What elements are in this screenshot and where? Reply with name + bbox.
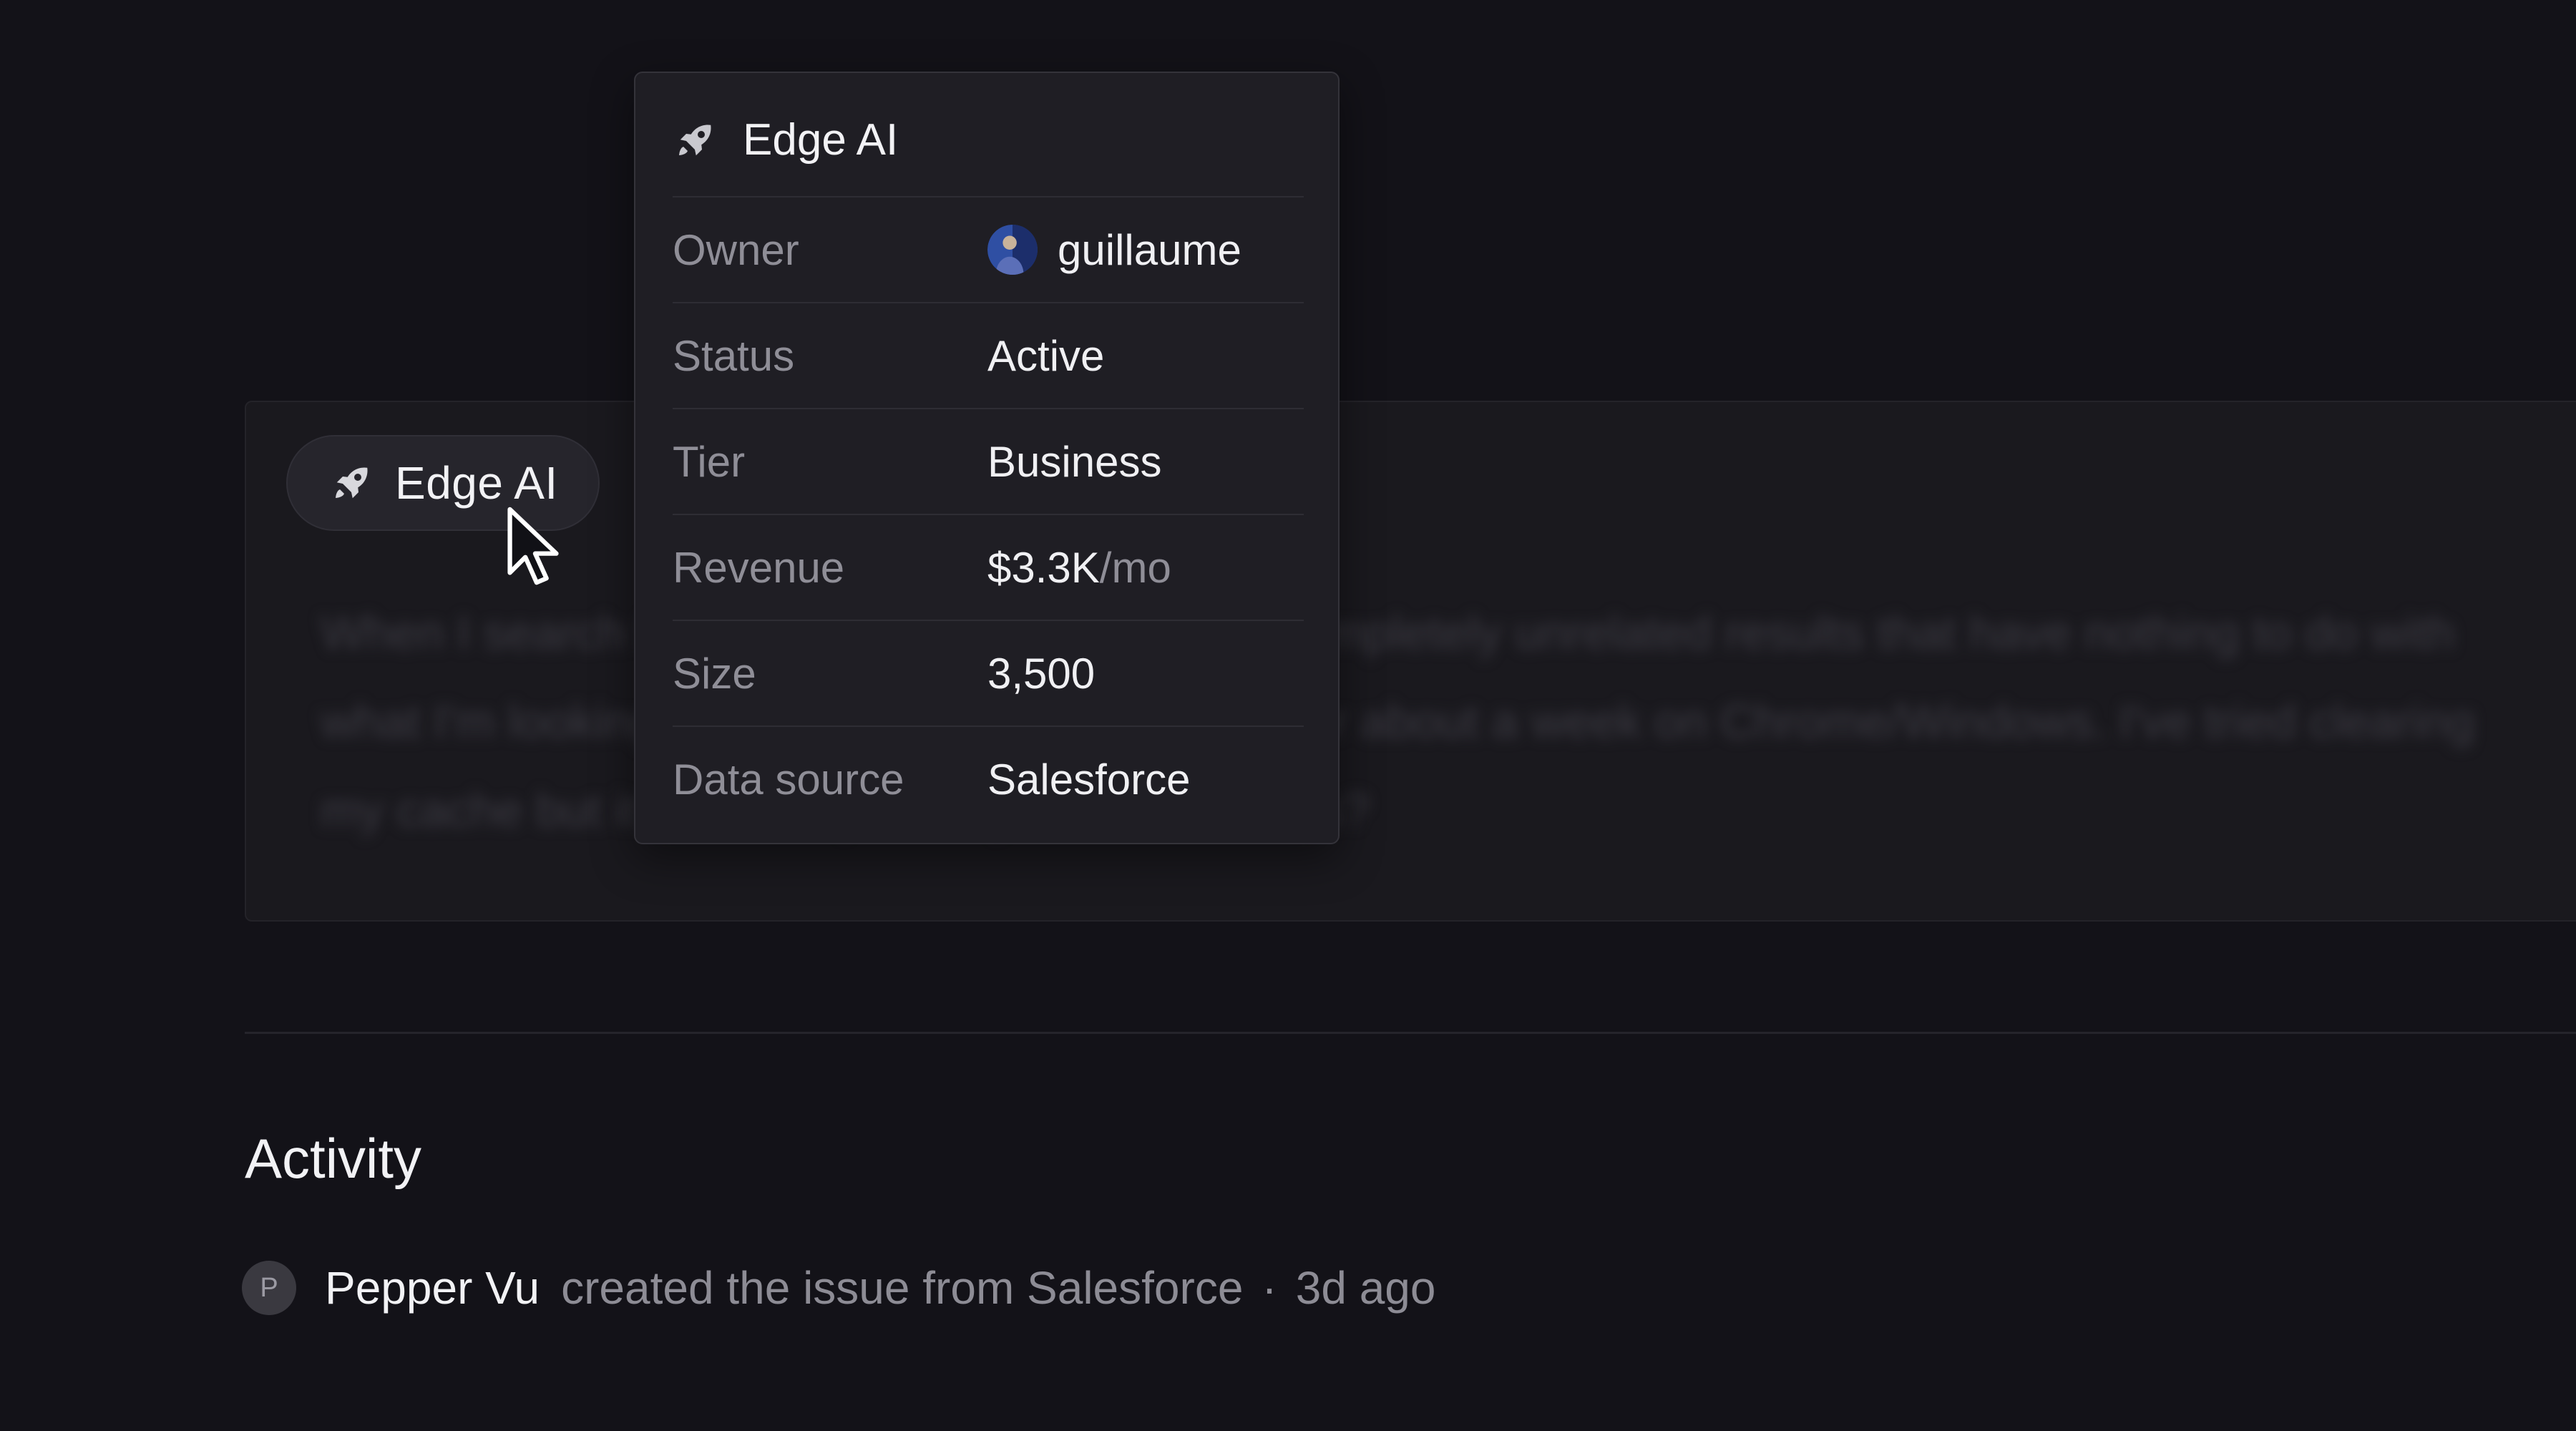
rocket-icon bbox=[674, 119, 717, 162]
property-row-revenue: Revenue $3.3K/mo bbox=[673, 514, 1304, 620]
rocket-icon bbox=[331, 461, 374, 504]
tier-value: Business bbox=[987, 437, 1162, 486]
owner-value[interactable]: guillaume bbox=[987, 225, 1241, 275]
property-label: Tier bbox=[673, 437, 746, 486]
customer-popover: Edge AI Owner guillaume Status Active Ti… bbox=[634, 72, 1340, 844]
property-label: Data source bbox=[673, 755, 904, 804]
property-label: Size bbox=[673, 649, 756, 698]
property-label: Owner bbox=[673, 225, 799, 274]
popover-header: Edge AI bbox=[674, 114, 898, 165]
activity-item: P Pepper Vu created the issue from Sales… bbox=[242, 1261, 1435, 1315]
issue-card: Edge AI When I search for products on yo… bbox=[245, 401, 2576, 922]
property-row-tier: Tier Business bbox=[673, 408, 1304, 514]
owner-name: guillaume bbox=[1058, 225, 1241, 274]
data-source-value: Salesforce bbox=[987, 755, 1191, 804]
property-row-size: Size 3,500 bbox=[673, 620, 1304, 726]
activity-heading: Activity bbox=[245, 1127, 422, 1190]
revenue-value: $3.3K/mo bbox=[987, 543, 1171, 592]
property-label: Status bbox=[673, 331, 795, 380]
activity-actor[interactable]: Pepper Vu bbox=[325, 1261, 540, 1314]
revenue-amount: $3.3K bbox=[987, 543, 1100, 592]
activity-timestamp: 3d ago bbox=[1295, 1262, 1436, 1314]
revenue-unit: /mo bbox=[1099, 543, 1171, 592]
mouse-cursor-icon bbox=[507, 507, 559, 585]
property-list: Owner guillaume Status Active Tier Busin… bbox=[673, 196, 1304, 831]
property-label: Revenue bbox=[673, 543, 845, 592]
status-value: Active bbox=[987, 331, 1105, 380]
property-row-status: Status Active bbox=[673, 302, 1304, 408]
activity-separator: · bbox=[1262, 1262, 1277, 1314]
activity-action: created the issue from Salesforce bbox=[561, 1262, 1244, 1314]
property-row-data-source: Data source Salesforce bbox=[673, 726, 1304, 831]
property-row-owner: Owner guillaume bbox=[673, 196, 1304, 302]
avatar: P bbox=[242, 1261, 296, 1315]
owner-avatar bbox=[987, 225, 1038, 275]
section-divider bbox=[245, 1032, 2576, 1034]
size-value: 3,500 bbox=[987, 649, 1096, 698]
popover-title: Edge AI bbox=[743, 115, 899, 165]
customer-chip-label: Edge AI bbox=[395, 457, 558, 509]
issue-page: Edge AI When I search for products on yo… bbox=[0, 0, 2576, 1431]
